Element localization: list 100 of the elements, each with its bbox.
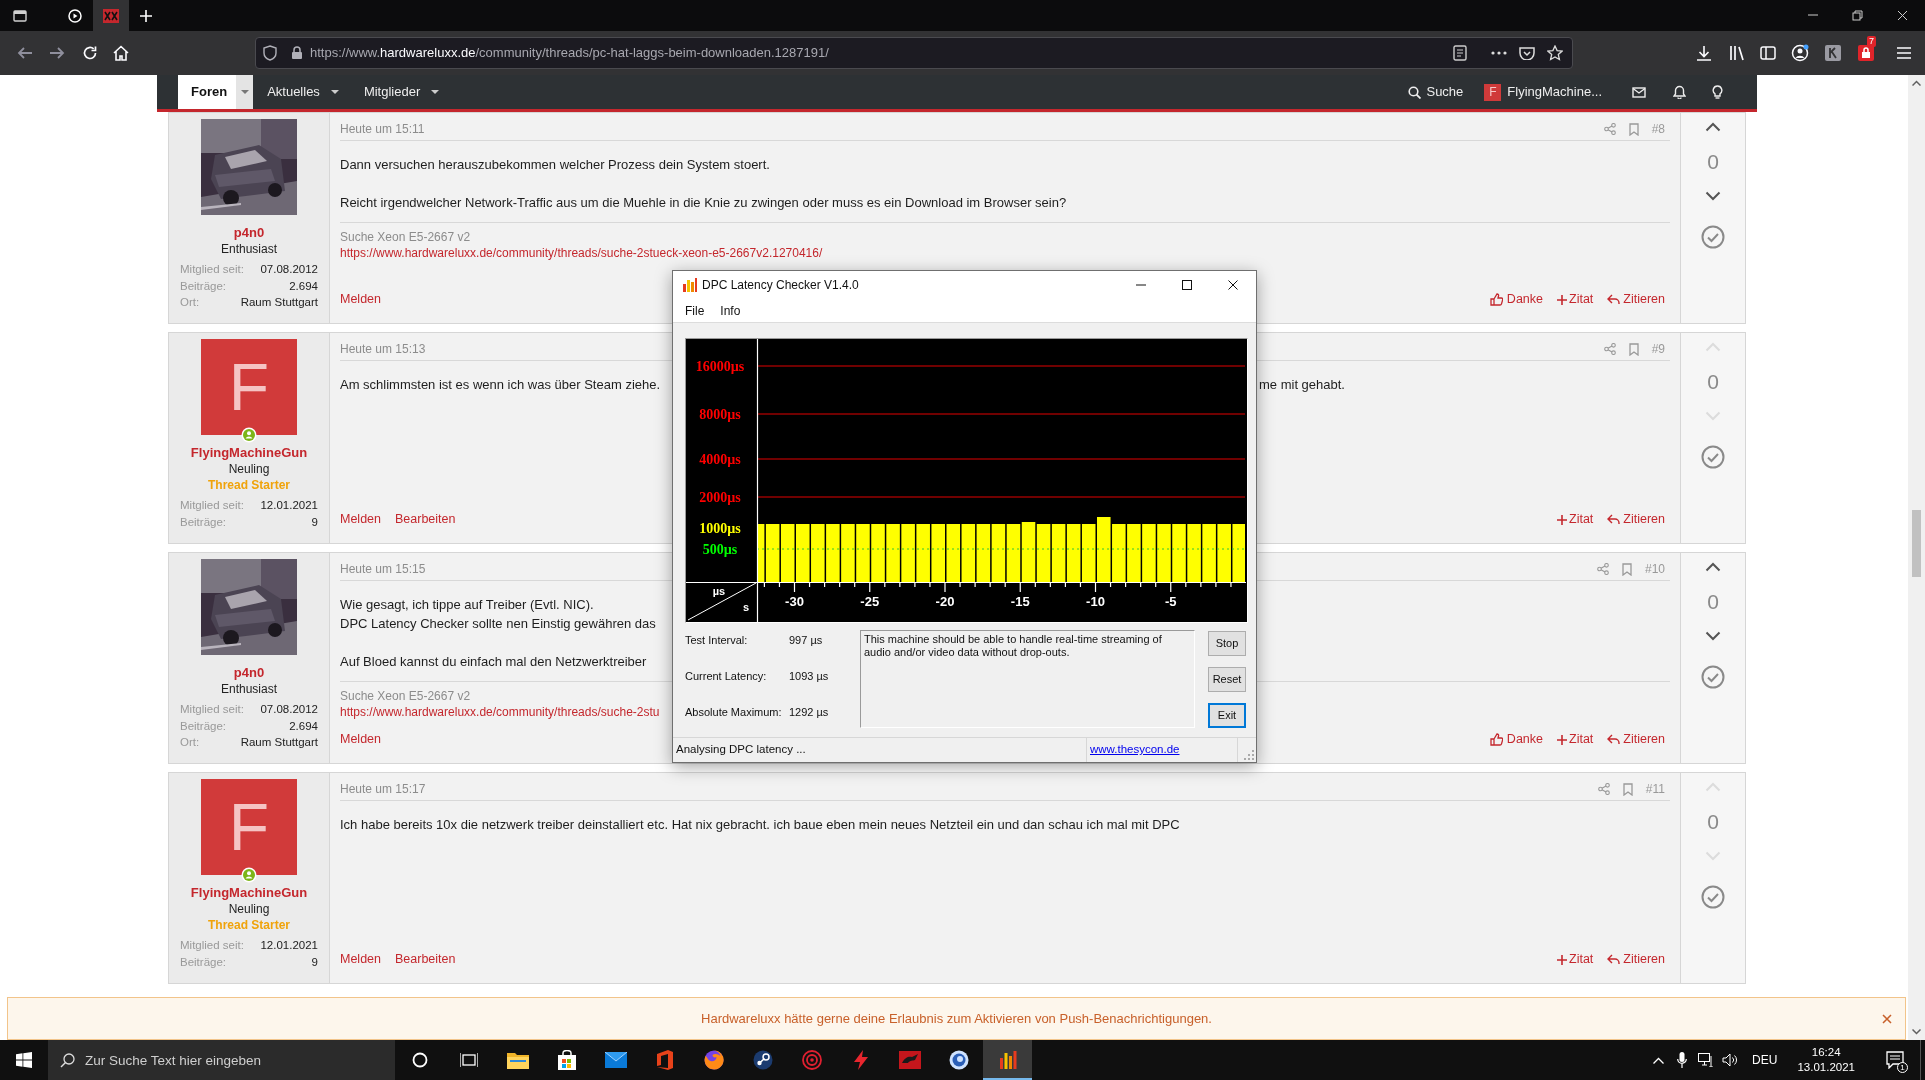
caret-icon[interactable]	[239, 89, 250, 95]
extension-icon[interactable]	[1858, 45, 1874, 61]
post-number[interactable]: #10	[1644, 561, 1665, 577]
post-text: Dann versuchen herauszubekommen welcher Prozess dein System stoert.	[340, 156, 771, 174]
stat-value: 07.08.2012	[260, 262, 318, 277]
download-icon[interactable]	[1695, 44, 1713, 62]
notification-icon[interactable]	[1886, 1051, 1904, 1069]
reply-link[interactable]: Zitieren	[1607, 730, 1665, 749]
stat-label: Beiträge:	[180, 954, 227, 970]
maximize-icon[interactable]	[1182, 280, 1192, 290]
library-icon[interactable]	[1728, 44, 1746, 62]
thanks-link[interactable]: Danke	[1489, 290, 1543, 309]
volume-icon[interactable]	[1722, 1053, 1739, 1067]
menu-icon[interactable]	[1896, 46, 1912, 60]
chart-bar	[1172, 524, 1186, 582]
quote-link[interactable]: Zitat	[1557, 950, 1594, 969]
post-number[interactable]: #9	[1651, 341, 1665, 357]
website-link[interactable]: www.thesycon.de	[1090, 741, 1180, 759]
bell-icon[interactable]	[1673, 85, 1686, 99]
post-time: Heute um 15:11	[340, 121, 425, 137]
scroll-up-icon[interactable]	[1912, 80, 1921, 86]
caret-icon[interactable]	[430, 89, 441, 95]
username-link[interactable]: p4n0	[233, 664, 265, 681]
username-link[interactable]: p4n0	[233, 224, 265, 241]
windows-icon[interactable]	[16, 1052, 32, 1068]
search-link[interactable]: Suche	[1408, 82, 1464, 102]
quote-link[interactable]: Zitat	[1557, 510, 1594, 529]
shield-icon[interactable]	[263, 45, 277, 61]
clock-date: 13.01.2021	[1797, 1060, 1855, 1075]
dialog-button[interactable]: Reset	[1208, 667, 1246, 692]
lock-icon[interactable]	[291, 46, 303, 60]
more-icon[interactable]	[1491, 51, 1507, 55]
clock[interactable]: 16:24 13.01.2021	[1797, 1045, 1855, 1075]
report-link[interactable]: Melden	[340, 950, 381, 969]
network-icon[interactable]	[1698, 1053, 1715, 1067]
language-indicator[interactable]: DEU	[1752, 1051, 1778, 1069]
scrollbar-thumb[interactable]	[1912, 510, 1921, 577]
reply-link[interactable]: Zitieren	[1607, 950, 1665, 969]
extension-icon[interactable]	[1825, 45, 1841, 61]
microphone-icon[interactable]	[1677, 1052, 1688, 1068]
check-circle-icon[interactable]	[1701, 225, 1725, 249]
report-link[interactable]: Melden	[340, 510, 381, 529]
edit-link[interactable]: Bearbeiten	[395, 510, 456, 529]
signature-link[interactable]: https://www.hardwareluxx.de/community/threads/suche-2stueck-xeon-e5-2667v2.1270416/	[340, 245, 1670, 261]
mail-icon[interactable]	[1632, 86, 1646, 98]
username-link[interactable]: FlyingMachineGun	[190, 444, 308, 461]
circle-icon[interactable]	[411, 1052, 428, 1068]
nav-tab[interactable]: Foren	[178, 75, 254, 109]
menu-item[interactable]: Info	[712, 301, 749, 320]
report-link[interactable]: Melden	[340, 730, 381, 749]
stat-value: 1292 µs	[789, 704, 829, 720]
check-circle-icon[interactable]	[1701, 445, 1725, 469]
user-menu[interactable]: F FlyingMachine...	[1484, 82, 1602, 102]
check-circle-icon[interactable]	[1701, 665, 1725, 689]
reload-icon[interactable]	[81, 44, 99, 62]
report-link[interactable]: Melden	[340, 290, 381, 309]
dialog-button[interactable]: Stop	[1208, 631, 1246, 656]
lightning-icon	[852, 1050, 869, 1070]
resize-grip-icon[interactable]	[1244, 750, 1254, 760]
quote-link[interactable]: Zitat	[1557, 290, 1594, 309]
play-icon	[68, 8, 82, 23]
account-icon[interactable]	[1791, 44, 1809, 62]
post-number[interactable]: #8	[1651, 121, 1665, 137]
restore-icon[interactable]	[1852, 10, 1863, 21]
stat-value: 997 µs	[789, 632, 823, 648]
username-link[interactable]: FlyingMachineGun	[190, 884, 308, 901]
reader-icon[interactable]	[1453, 45, 1467, 61]
close-icon[interactable]	[1228, 280, 1238, 290]
stat-value: 12.01.2021	[260, 498, 318, 513]
pocket-icon[interactable]	[1519, 46, 1535, 60]
signature-link[interactable]: https://www.hardwareluxx.de/community/threads/suche-2stu	[340, 704, 673, 720]
check-circle-icon[interactable]	[1701, 885, 1725, 909]
dialog-button[interactable]: Exit	[1208, 703, 1246, 728]
badge: 1	[1897, 1062, 1908, 1073]
quote-link[interactable]: Zitat	[1557, 730, 1594, 749]
post-time: Heute um 15:15	[340, 561, 426, 577]
stat-value: 9	[311, 514, 318, 530]
task-view-icon[interactable]	[459, 1052, 478, 1068]
scroll-down-icon[interactable]	[1912, 1029, 1921, 1035]
sidebar-icon[interactable]	[1759, 44, 1777, 62]
thanks-link[interactable]: Danke	[1489, 730, 1543, 749]
chevron-up-icon[interactable]	[1705, 562, 1721, 572]
lightbulb-icon[interactable]	[1712, 84, 1723, 100]
edit-link[interactable]: Bearbeiten	[395, 950, 456, 969]
post-time: Heute um 15:13	[340, 341, 426, 357]
star-icon[interactable]	[1547, 45, 1563, 61]
chevron-down-icon[interactable]	[1705, 191, 1721, 201]
reply-link[interactable]: Zitieren	[1607, 290, 1665, 309]
cross-icon	[103, 8, 119, 23]
address-field[interactable]: https://www.hardwareluxx.de/community/threads/pc-hat-laggs-beim-downloaden.1287191/	[255, 37, 1573, 69]
chevron-down-icon[interactable]	[1705, 631, 1721, 641]
menu-item[interactable]: File	[677, 301, 713, 320]
clock-time: 16:24	[1811, 1045, 1841, 1060]
new-tab-icon[interactable]	[139, 8, 153, 23]
envelope-icon	[604, 1052, 627, 1068]
stat-label: Beiträge:	[180, 514, 227, 530]
home-icon[interactable]	[112, 44, 130, 62]
reply-link[interactable]: Zitieren	[1607, 510, 1665, 529]
chevron-up-icon[interactable]	[1705, 122, 1721, 132]
caret-icon[interactable]	[329, 89, 340, 95]
